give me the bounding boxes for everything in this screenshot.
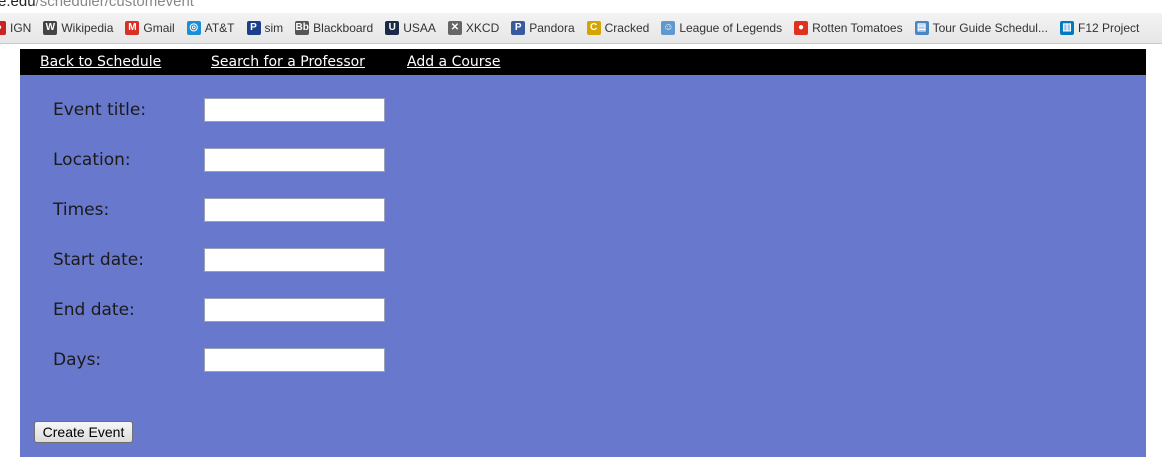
create-event-button[interactable]: Create Event	[34, 421, 133, 443]
bookmarks-bar: ● IGN WWikipedia MGmail ◎AT&T Psim BbBlackboar…	[0, 13, 1162, 44]
bookmark-item[interactable]: ◎ AT&T	[186, 21, 235, 35]
bookmark-label: IGN	[10, 21, 32, 35]
days-label: Days:	[53, 350, 102, 370]
bookmark-item[interactable]: ● Rotten Tomatoes	[794, 21, 903, 35]
location-label: Location:	[53, 150, 131, 170]
location-input[interactable]	[204, 148, 385, 172]
bookmark-label: XKCD	[465, 21, 500, 35]
xkcd-icon: ✕	[447, 21, 462, 35]
start-date-input[interactable]	[204, 248, 385, 272]
bookmark-label: sim	[264, 21, 284, 35]
bookmark-label: USAA	[403, 21, 436, 35]
pearson-p-icon: P	[246, 21, 261, 35]
bookmark-label: Blackboard	[313, 21, 374, 35]
bookmark-item[interactable]: M Gmail	[125, 21, 175, 35]
bookmark-label: League of Legends	[679, 21, 783, 35]
top-nav: Back to Schedule Search for a Professor …	[20, 49, 1146, 75]
bookmark-item[interactable]: U USAA	[385, 21, 436, 35]
add-course-link[interactable]: Add a Course	[407, 54, 500, 70]
search-professor-link[interactable]: Search for a Professor	[211, 54, 365, 70]
bookmark-item[interactable]: ✕ XKCD	[447, 21, 500, 35]
bookmark-item[interactable]: Bb Blackboard	[295, 21, 373, 35]
ign-icon: ●	[0, 21, 6, 35]
event-title-label: Event title:	[53, 100, 147, 120]
event-title-input[interactable]	[204, 98, 385, 122]
url-text: e.edu/scheduler/customevent	[0, 0, 194, 10]
bookmark-label: Tour Guide Schedul...	[932, 21, 1048, 35]
page-content: Back to Schedule Search for a Professor …	[20, 49, 1146, 457]
document-icon: ▤	[914, 21, 929, 35]
bookmark-label: Rotten Tomatoes	[812, 21, 903, 35]
bookmark-item[interactable]: W Wikipedia	[43, 21, 113, 35]
tomato-icon: ●	[794, 21, 809, 35]
bookmark-label: AT&T	[204, 21, 235, 35]
bookmark-item[interactable]: ☺ League of Legends	[661, 21, 782, 35]
usaa-icon: U	[385, 21, 400, 35]
reddit-icon: ☺	[661, 21, 676, 35]
gmail-icon: M	[125, 21, 140, 35]
bookmark-label: Pandora	[529, 21, 575, 35]
bookmark-label: Wikipedia	[61, 21, 114, 35]
address-bar[interactable]: e.edu/scheduler/customevent	[0, 0, 1162, 12]
days-input[interactable]	[204, 348, 385, 372]
times-label: Times:	[53, 200, 110, 220]
bookmark-label: F12 Project	[1077, 21, 1140, 35]
pandora-icon: P	[511, 21, 526, 35]
blackboard-icon: Bb	[295, 21, 310, 35]
start-date-label: Start date:	[53, 250, 144, 270]
url-path: /scheduler/customevent	[35, 0, 194, 10]
bookmark-item[interactable]: ▤ Tour Guide Schedul...	[914, 21, 1048, 35]
url-host: e.edu	[0, 0, 36, 10]
wikipedia-icon: W	[43, 21, 58, 35]
trello-icon: ▥	[1059, 21, 1074, 35]
att-icon: ◎	[186, 21, 201, 35]
bookmark-item[interactable]: ▥ F12 Project	[1059, 21, 1140, 35]
bookmark-item[interactable]: Psim	[246, 21, 284, 35]
bookmark-label: Gmail	[143, 21, 175, 35]
bookmark-item[interactable]: C Cracked	[586, 21, 650, 35]
end-date-input[interactable]	[204, 298, 385, 322]
bookmark-item[interactable]: P Pandora	[511, 21, 575, 35]
bookmark-item[interactable]: ● IGN	[0, 21, 31, 35]
back-to-schedule-link[interactable]: Back to Schedule	[40, 54, 161, 70]
end-date-label: End date:	[53, 300, 135, 320]
cracked-icon: C	[586, 21, 601, 35]
times-input[interactable]	[204, 198, 385, 222]
bookmark-label: Cracked	[604, 21, 650, 35]
